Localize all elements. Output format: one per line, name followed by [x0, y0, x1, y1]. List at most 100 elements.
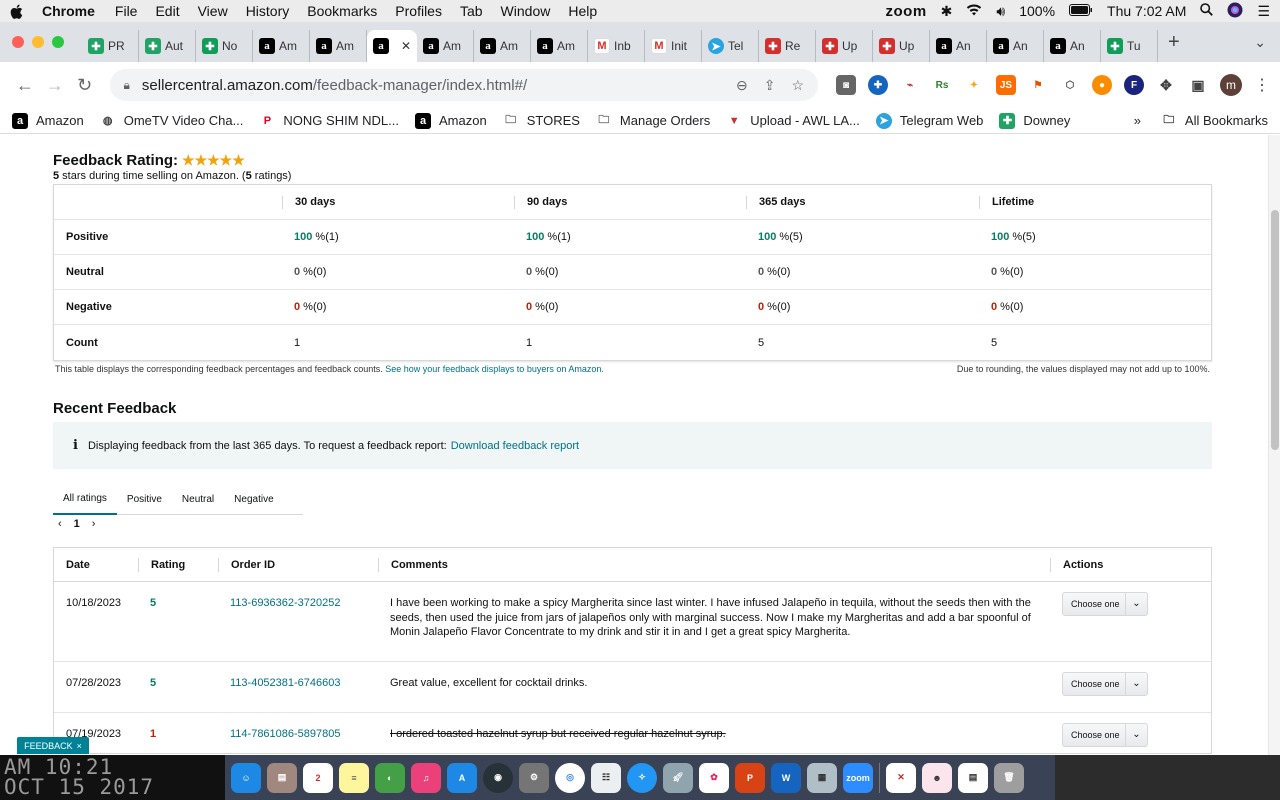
extension-off-icon[interactable]: ◙	[836, 75, 856, 95]
chrome-dock-icon[interactable]: ◎	[555, 762, 585, 793]
chevron-down-icon[interactable]: ⌄	[1125, 593, 1147, 615]
extension-f-icon[interactable]: F	[1124, 75, 1144, 95]
browser-tab[interactable]: ✚ Up	[816, 30, 873, 62]
profile-avatar[interactable]: m	[1220, 74, 1242, 96]
back-button[interactable]: ←	[10, 75, 40, 96]
side-panel-icon[interactable]: ▣	[1188, 75, 1208, 95]
volume-icon[interactable]: 🔊︎	[996, 3, 1005, 20]
menu-file[interactable]: File	[115, 3, 138, 19]
browser-tab[interactable]: M Init	[645, 30, 702, 62]
extension-offer-icon[interactable]: ⚑	[1028, 75, 1048, 95]
photos-icon[interactable]: ✿	[699, 762, 729, 793]
address-bar[interactable]: 🔒︎ sellercentral.amazon.com/feedback-man…	[109, 69, 818, 101]
action-dropdown[interactable]: Choose one ⌄	[1062, 672, 1148, 696]
notes-icon[interactable]: ≡	[339, 762, 369, 793]
siri-icon[interactable]	[1227, 2, 1243, 21]
bookmark-item[interactable]: 🗀 STORES	[502, 112, 580, 129]
extension-keepa-icon[interactable]: ⌁	[900, 75, 920, 95]
bookmark-item[interactable]: ✚ Downey	[999, 112, 1070, 129]
menu-tab[interactable]: Tab	[460, 3, 483, 19]
browser-tab[interactable]: ✚ Tu	[1101, 30, 1158, 62]
page-number[interactable]: 1	[74, 518, 80, 530]
bookmark-item[interactable]: P NONG SHIM NDL...	[259, 112, 399, 129]
maximize-window-button[interactable]	[52, 36, 64, 48]
browser-tab[interactable]: a An	[1044, 30, 1101, 62]
close-icon[interactable]: ×	[77, 741, 82, 751]
music-icon[interactable]: ♫	[411, 762, 441, 793]
order-id-link[interactable]: 114-7861086-5897805	[230, 728, 341, 740]
download-feedback-report-link[interactable]: Download feedback report	[451, 440, 579, 452]
safari-icon[interactable]: ✧	[627, 762, 657, 793]
extensions-puzzle-icon[interactable]: ✥	[1156, 75, 1176, 95]
menu-profiles[interactable]: Profiles	[395, 3, 442, 19]
lock-icon[interactable]: 🔒︎	[124, 78, 130, 93]
menu-view[interactable]: View	[198, 3, 228, 19]
browser-tab[interactable]: a Am	[474, 30, 531, 62]
spreadsheet-thumbnail-icon[interactable]: ▤	[958, 762, 988, 793]
extension-blue-icon[interactable]: ✚	[868, 75, 888, 95]
system-preferences-icon[interactable]: ⚙	[519, 762, 549, 793]
zoom-icon[interactable]: ⊖	[736, 77, 748, 94]
menu-window[interactable]: Window	[501, 3, 551, 19]
page-scrollbar[interactable]	[1268, 135, 1280, 755]
browser-tab[interactable]: ✚ Up	[873, 30, 930, 62]
apple-icon[interactable]	[10, 4, 24, 19]
bookmark-item[interactable]: 🗀 Manage Orders	[595, 112, 710, 129]
bookmark-star-icon[interactable]: ☆	[791, 77, 804, 94]
calendar-icon[interactable]: 2	[303, 762, 333, 793]
tab-all-ratings[interactable]: All ratings	[53, 484, 117, 515]
bluetooth-icon[interactable]: ✱	[941, 3, 953, 20]
order-id-link[interactable]: 113-6936362-3720252	[230, 597, 341, 609]
chrome-menu-icon[interactable]: ⋮	[1254, 75, 1270, 95]
next-page-icon[interactable]: ›	[92, 518, 96, 530]
browser-tab[interactable]: ✚ No	[196, 30, 253, 62]
spotlight-search-icon[interactable]	[1200, 3, 1214, 19]
tab-search-chevron-icon[interactable]: ⌄	[1254, 34, 1266, 51]
menu-bookmarks[interactable]: Bookmarks	[307, 3, 377, 19]
tab-negative[interactable]: Negative	[224, 484, 283, 515]
order-id-link[interactable]: 113-4052381-6746603	[230, 677, 341, 689]
app-store-icon[interactable]: A	[447, 762, 477, 793]
tab-neutral[interactable]: Neutral	[172, 484, 224, 515]
control-center-icon[interactable]: ☰	[1257, 3, 1270, 20]
tab-positive[interactable]: Positive	[117, 484, 172, 515]
wifi-icon[interactable]	[966, 3, 982, 19]
app-menu-chrome[interactable]: Chrome	[42, 3, 95, 19]
bookmark-item[interactable]: a Amazon	[415, 112, 487, 129]
browser-tab[interactable]: a An	[930, 30, 987, 62]
browser-tab[interactable]: ✚ Aut	[139, 30, 196, 62]
browser-tab[interactable]: a Am	[310, 30, 367, 62]
siri-dock-icon[interactable]: ◉	[483, 762, 513, 793]
extension-js-icon[interactable]: JS	[996, 75, 1016, 95]
browser-tab[interactable]: M Inb	[588, 30, 645, 62]
reload-button[interactable]: ↻	[70, 75, 100, 96]
browser-tab[interactable]: ✚ Re	[759, 30, 816, 62]
browser-tab[interactable]: a Am	[531, 30, 588, 62]
zoom-dock-icon[interactable]: zoom	[843, 762, 873, 793]
extension-scout-icon[interactable]: ✦	[964, 75, 984, 95]
bookmark-item[interactable]: a Amazon	[12, 112, 84, 129]
launchpad-icon[interactable]: 🚀︎	[663, 762, 693, 793]
powerpoint-icon[interactable]: P	[735, 762, 765, 793]
battery-icon[interactable]	[1069, 3, 1093, 19]
reminders-icon[interactable]: ☷	[591, 762, 621, 793]
extension-cube-icon[interactable]: ⬡	[1060, 75, 1080, 95]
forward-button[interactable]: →	[40, 75, 70, 96]
close-window-button[interactable]	[12, 36, 24, 48]
share-icon[interactable]: ⇪	[764, 77, 776, 94]
menu-help[interactable]: Help	[568, 3, 597, 19]
more-bookmarks-button[interactable]: »	[1134, 113, 1141, 128]
preview-icon[interactable]: ▦	[807, 762, 837, 793]
action-dropdown[interactable]: Choose one ⌄	[1062, 723, 1148, 747]
browser-tab[interactable]: a Am	[253, 30, 310, 62]
bookmark-item[interactable]: ▼ Upload - AWL LA...	[726, 112, 860, 129]
extension-orange-icon[interactable]: ●	[1092, 75, 1112, 95]
image-thumbnail-icon[interactable]: ☻	[922, 762, 952, 793]
menu-history[interactable]: History	[246, 3, 290, 19]
browser-tab[interactable]: ✚ PR	[82, 30, 139, 62]
chevron-down-icon[interactable]: ⌄	[1125, 724, 1147, 746]
finder-icon[interactable]: ☺	[231, 762, 261, 793]
browser-tab[interactable]: ➤ Tel	[702, 30, 759, 62]
new-tab-button[interactable]: +	[1168, 31, 1180, 54]
feedback-display-link[interactable]: See how your feedback displays to buyers…	[385, 364, 604, 374]
